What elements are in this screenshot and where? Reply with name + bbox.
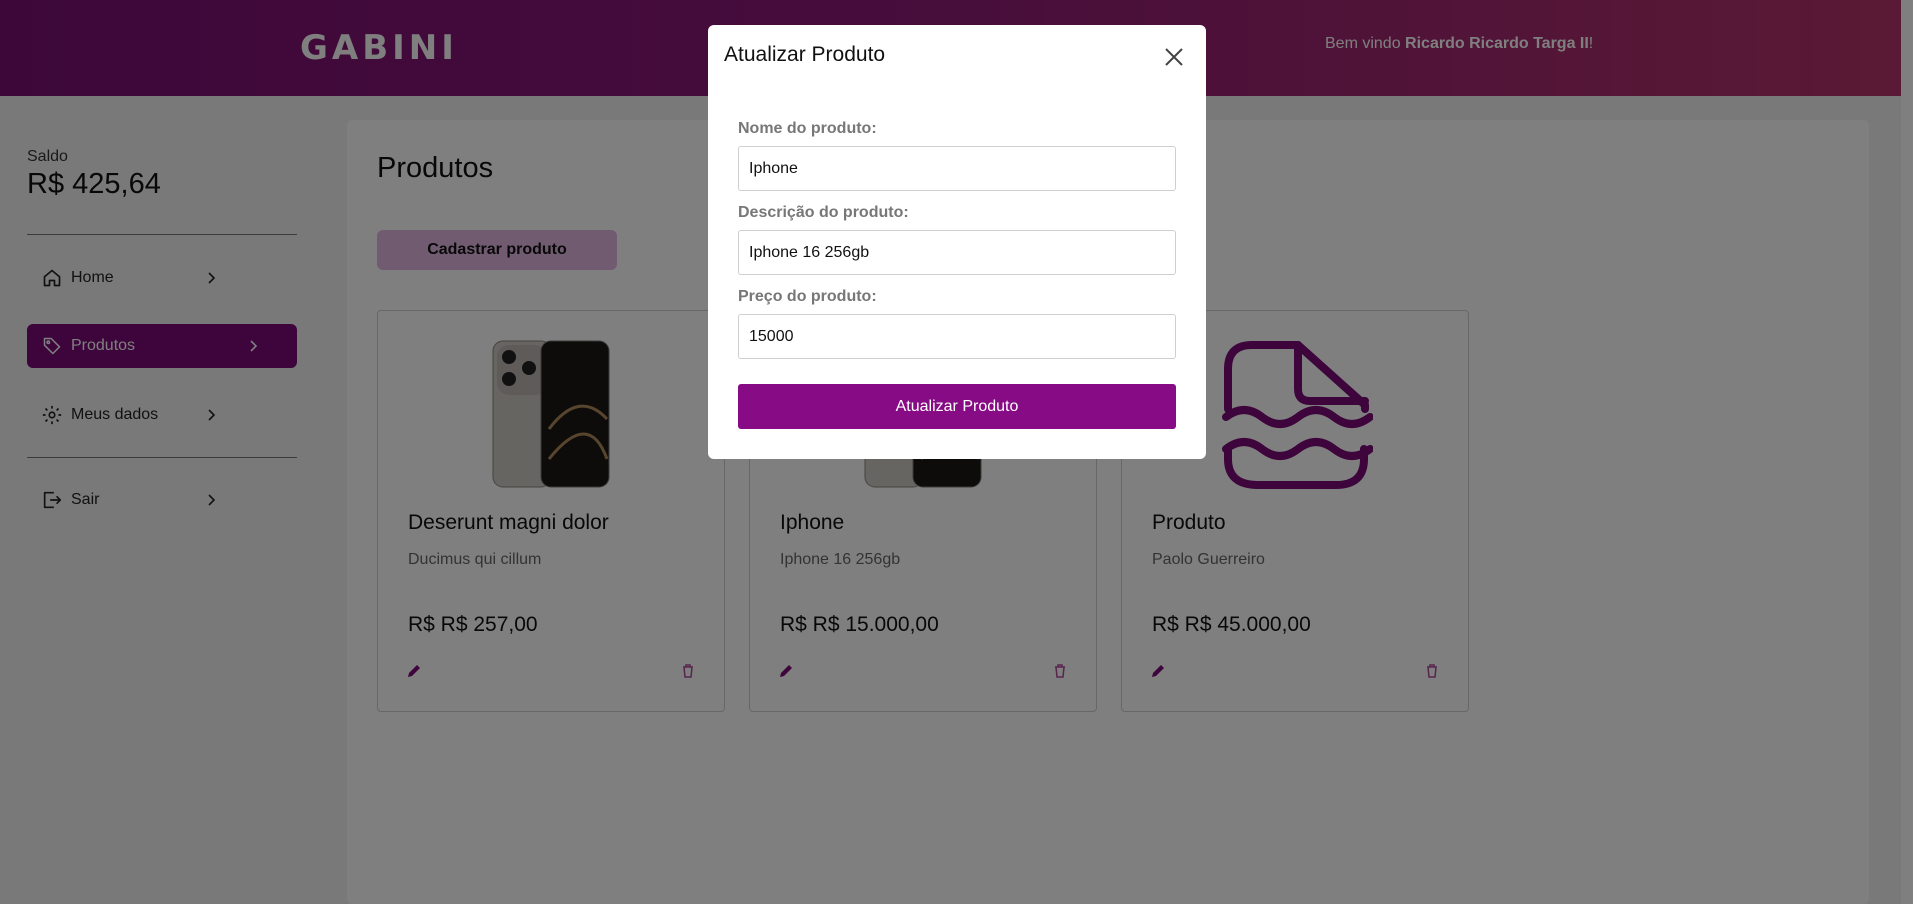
update-product-button[interactable]: Atualizar Produto bbox=[738, 384, 1176, 429]
product-description-input[interactable] bbox=[738, 230, 1176, 275]
update-product-modal: Atualizar Produto Nome do produto: Descr… bbox=[708, 25, 1206, 459]
product-price-input[interactable] bbox=[738, 314, 1176, 359]
product-description-label: Descrição do produto: bbox=[738, 204, 909, 221]
modal-title: Atualizar Produto bbox=[724, 43, 886, 66]
product-price-label: Preço do produto: bbox=[738, 288, 877, 305]
product-name-input[interactable] bbox=[738, 146, 1176, 191]
close-icon[interactable] bbox=[1162, 45, 1186, 69]
product-name-label: Nome do produto: bbox=[738, 120, 877, 137]
